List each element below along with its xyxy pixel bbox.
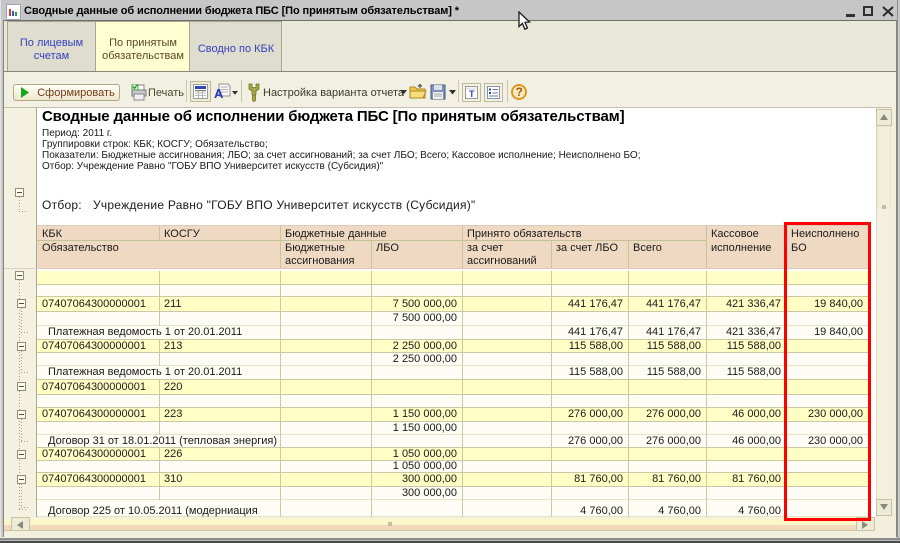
svg-text:T: T: [469, 89, 475, 99]
svg-text:A: A: [214, 86, 224, 101]
